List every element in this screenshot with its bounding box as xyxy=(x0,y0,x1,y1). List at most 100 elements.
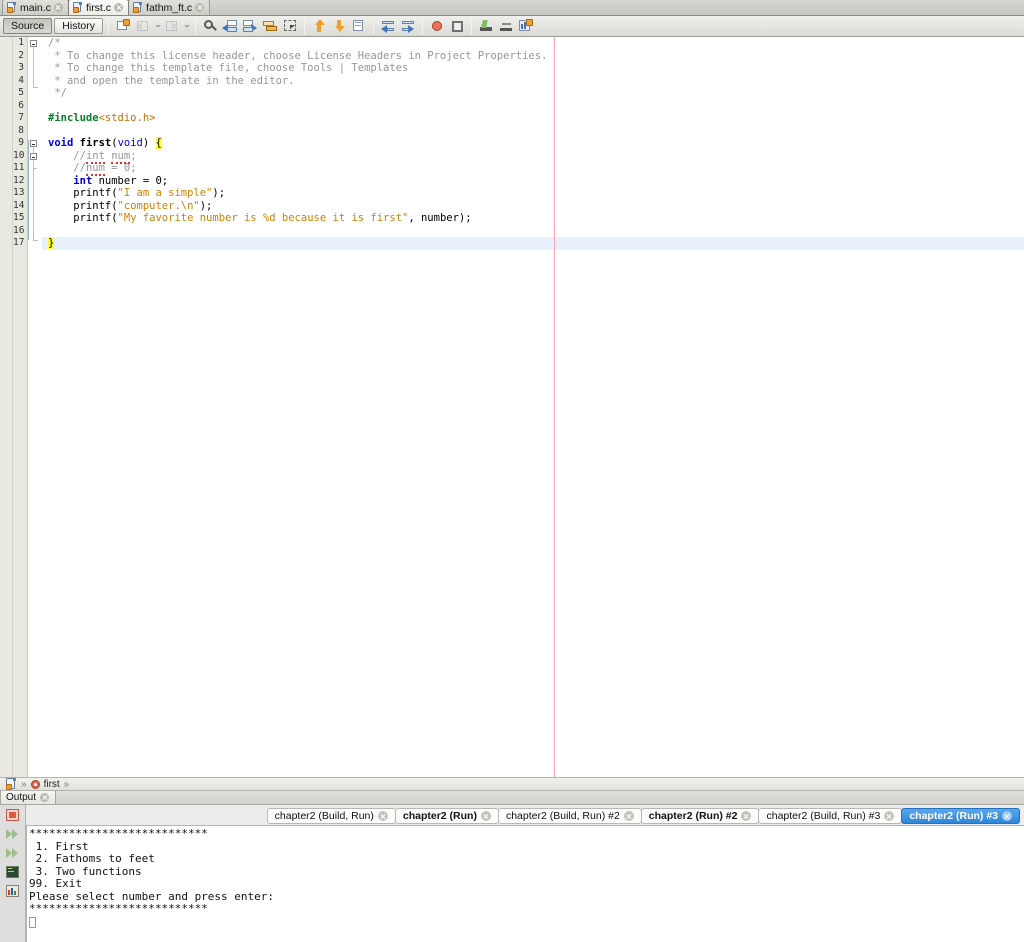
open-terminal-icon[interactable] xyxy=(5,865,20,879)
code-token: printf( xyxy=(48,187,118,199)
breadcrumb-separator: » xyxy=(63,778,70,790)
comment-icon[interactable] xyxy=(350,17,368,35)
rerun-icon[interactable] xyxy=(5,827,20,841)
close-icon[interactable] xyxy=(741,811,752,821)
toolbar-separator xyxy=(107,18,109,34)
code-line[interactable]: //int num; xyxy=(42,149,1024,164)
stop-process-icon[interactable] xyxy=(5,808,20,822)
code-line[interactable]: int number = 0; xyxy=(42,175,1024,188)
undo-dropdown-caret xyxy=(154,17,161,35)
rerun-alternate-icon[interactable] xyxy=(5,846,20,860)
line-number: 17 xyxy=(13,237,25,248)
code-line[interactable]: printf("I am a simple"); xyxy=(42,187,1024,200)
fold-toggle-comment[interactable] xyxy=(30,40,37,47)
output-run-tab[interactable]: chapter2 (Run) #2 xyxy=(640,808,760,824)
shift-line-up-icon[interactable] xyxy=(310,17,328,35)
source-button[interactable]: Source xyxy=(3,18,53,34)
output-window: Output chapter2 (Build, Run) chapter2 (R… xyxy=(0,791,1024,942)
close-icon[interactable] xyxy=(884,811,895,821)
code-token: ); xyxy=(212,187,226,199)
output-run-tab-label: chapter2 (Run) #2 xyxy=(648,810,738,822)
code-token: "My favorite number is %d because it is … xyxy=(117,212,409,224)
code-line[interactable] xyxy=(42,225,1024,238)
code-line[interactable]: * To change this template file, choose T… xyxy=(42,62,1024,75)
refactor-icon[interactable] xyxy=(114,17,132,35)
code-line[interactable]: /* xyxy=(42,37,1024,50)
code-line[interactable]: void first(void) { xyxy=(42,137,1024,150)
profile-icon[interactable] xyxy=(517,17,535,35)
output-run-tab[interactable]: chapter2 (Run) #3 xyxy=(901,808,1020,824)
close-icon[interactable] xyxy=(480,811,491,821)
code-line[interactable]: * To change this license header, choose … xyxy=(42,50,1024,63)
code-text-area[interactable]: /* * To change this license header, choo… xyxy=(42,37,1024,777)
code-editor[interactable]: 1 2 3 4 5 6 7 8 9 10 11 12 13 14 15 16 17 /* * To change… xyxy=(0,37,1024,777)
fold-toggle-inner[interactable] xyxy=(30,153,37,160)
console-line: 2. Fathoms to feet xyxy=(29,852,155,865)
editor-tab-fathm-ft-c[interactable]: fathm_ft.c xyxy=(128,0,211,15)
code-folding-column[interactable] xyxy=(28,37,42,777)
console-line: 99. Exit xyxy=(29,877,82,890)
close-icon[interactable] xyxy=(623,811,634,821)
toggle-bookmark-icon[interactable] xyxy=(261,17,279,35)
close-icon[interactable] xyxy=(195,3,205,12)
last-edit-icon[interactable] xyxy=(477,17,495,35)
fold-end-comment xyxy=(33,87,38,88)
line-number: 3 xyxy=(18,62,24,73)
output-run-tabs: chapter2 (Build, Run) chapter2 (Run) chapt… xyxy=(26,805,1024,825)
output-tab[interactable]: Output xyxy=(0,791,57,804)
line-number: 8 xyxy=(18,124,24,136)
code-token: void xyxy=(48,137,74,149)
find-selection-icon[interactable] xyxy=(201,17,219,35)
stop-icon[interactable] xyxy=(448,17,466,35)
close-icon[interactable] xyxy=(1002,811,1012,821)
code-line[interactable]: #include<stdio.h> xyxy=(42,112,1024,125)
statistics-icon[interactable] xyxy=(5,884,20,898)
code-token: int xyxy=(73,174,93,187)
previous-bookmark-icon[interactable] xyxy=(221,17,239,35)
close-icon[interactable] xyxy=(114,3,124,12)
output-run-tab[interactable]: chapter2 (Build, Run) #3 xyxy=(758,808,903,824)
output-run-tab[interactable]: chapter2 (Run) xyxy=(394,808,499,824)
code-line[interactable] xyxy=(42,100,1024,113)
code-token: // xyxy=(48,162,86,174)
console-output[interactable]: *************************** 1. First 2. … xyxy=(26,825,1024,942)
code-token: ) xyxy=(142,137,156,149)
code-token: void xyxy=(117,137,143,149)
code-line[interactable]: printf("My favorite number is %d because… xyxy=(42,212,1024,225)
code-token: // xyxy=(48,149,86,162)
netbeans-ide-window: main.c first.c fathm_ft.c Source History xyxy=(0,0,1024,942)
fold-toggle-function[interactable] xyxy=(30,140,37,147)
editor-annotation-gutter[interactable] xyxy=(0,37,13,777)
code-line[interactable]: printf("computer.\n"); xyxy=(42,200,1024,213)
shift-line-down-icon[interactable] xyxy=(330,17,348,35)
toggle-rectangular-selection-icon[interactable] xyxy=(281,17,299,35)
line-number: 2 xyxy=(18,49,24,61)
history-button[interactable]: History xyxy=(54,18,103,34)
fold-line-comment xyxy=(33,47,34,87)
output-run-tab[interactable]: chapter2 (Build, Run) xyxy=(266,808,396,824)
close-icon[interactable] xyxy=(40,793,50,802)
code-token: } xyxy=(48,237,55,249)
shift-line-left-icon[interactable] xyxy=(379,17,397,35)
breadcrumb-method-label[interactable]: first xyxy=(44,779,60,790)
editor-tab-first-c[interactable]: first.c xyxy=(67,0,130,15)
editor-tab-main-c[interactable]: main.c xyxy=(2,0,69,15)
close-icon[interactable] xyxy=(53,3,63,12)
editor-tab-label: fathm_ft.c xyxy=(146,1,193,14)
output-window-header: Output xyxy=(0,791,1024,805)
next-bookmark-icon[interactable] xyxy=(241,17,259,35)
inspect-icon[interactable] xyxy=(497,17,515,35)
close-icon[interactable] xyxy=(377,811,388,821)
shift-line-right-icon[interactable] xyxy=(399,17,417,35)
code-line[interactable]: * and open the template in the editor. xyxy=(42,75,1024,88)
output-side-toolbar xyxy=(0,805,26,942)
output-run-tab[interactable]: chapter2 (Build, Run) #2 xyxy=(497,808,642,824)
toggle-breakpoint-icon[interactable] xyxy=(428,17,446,35)
code-line[interactable]: } xyxy=(42,237,1024,250)
code-line[interactable]: //num = 0; xyxy=(42,162,1024,176)
line-number: 1 xyxy=(18,37,24,48)
code-line[interactable] xyxy=(42,125,1024,138)
code-line[interactable]: */ xyxy=(42,87,1024,100)
undo-icon xyxy=(134,17,152,35)
